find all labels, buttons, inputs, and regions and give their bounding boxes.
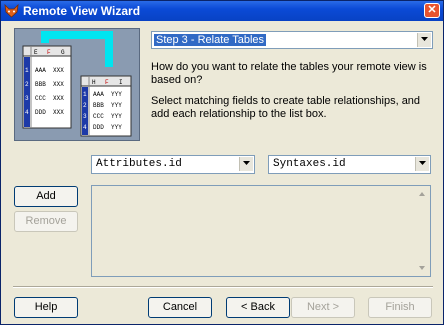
- instruction-text: Select matching fields to create table r…: [151, 95, 421, 120]
- svg-text:AAA: AAA: [93, 91, 104, 98]
- svg-text:CCC: CCC: [35, 95, 46, 102]
- add-button[interactable]: Add: [14, 186, 78, 207]
- svg-text:BBB: BBB: [35, 81, 46, 88]
- svg-text:F: F: [105, 79, 109, 86]
- relationships-listbox[interactable]: [91, 185, 431, 277]
- svg-text:BBB: BBB: [93, 102, 104, 109]
- remove-button[interactable]: Remove: [14, 211, 78, 232]
- step-select-value: Step 3 - Relate Tables: [154, 34, 267, 46]
- left-field-select[interactable]: Attributes.id: [91, 155, 255, 174]
- svg-text:H: H: [92, 79, 96, 86]
- svg-text:1: 1: [25, 67, 29, 74]
- svg-text:I: I: [119, 79, 123, 86]
- chevron-down-icon: [419, 161, 426, 165]
- left-field-arrow[interactable]: [239, 157, 253, 171]
- fox-app-icon: [4, 4, 19, 18]
- svg-text:CCC: CCC: [93, 113, 104, 120]
- svg-text:XXX: XXX: [53, 109, 64, 116]
- scroll-up-icon[interactable]: [415, 187, 429, 201]
- svg-text:AAA: AAA: [35, 67, 46, 74]
- step-select-arrow[interactable]: [417, 33, 431, 47]
- svg-text:DDD: DDD: [35, 109, 46, 116]
- svg-text:4: 4: [83, 124, 87, 131]
- relate-tables-illustration: E F G 1 AAA XXX 2 BBB XXX 3 CCC XXX 4 DD…: [14, 28, 140, 141]
- scroll-down-icon[interactable]: [415, 261, 429, 275]
- right-field-select[interactable]: Syntaxes.id: [268, 155, 431, 174]
- left-field-value: Attributes.id: [96, 158, 182, 170]
- finish-button[interactable]: Finish: [368, 297, 432, 318]
- close-icon: ✕: [427, 4, 437, 16]
- tables-diagram: E F G 1 AAA XXX 2 BBB XXX 3 CCC XXX 4 DD…: [22, 31, 132, 137]
- question-text: How do you want to relate the tables you…: [151, 61, 427, 86]
- chevron-down-icon: [421, 37, 428, 41]
- svg-text:F: F: [47, 49, 51, 56]
- svg-text:E: E: [34, 49, 38, 56]
- svg-text:XXX: XXX: [53, 95, 64, 102]
- svg-text:YYY: YYY: [111, 102, 122, 109]
- svg-text:3: 3: [25, 95, 29, 102]
- svg-text:DDD: DDD: [93, 124, 104, 131]
- svg-text:3: 3: [83, 113, 87, 120]
- svg-text:YYY: YYY: [111, 124, 122, 131]
- window-title: Remote View Wizard: [23, 4, 141, 18]
- listbox-scrollbar[interactable]: [415, 187, 429, 275]
- title-bar[interactable]: Remote View Wizard ✕: [1, 1, 443, 21]
- close-button[interactable]: ✕: [424, 3, 440, 18]
- svg-text:YYY: YYY: [111, 113, 122, 120]
- right-field-arrow[interactable]: [415, 157, 429, 171]
- cancel-button[interactable]: Cancel: [148, 297, 212, 318]
- svg-text:2: 2: [83, 102, 87, 109]
- step-select[interactable]: Step 3 - Relate Tables: [151, 31, 433, 49]
- right-field-value: Syntaxes.id: [273, 158, 346, 170]
- svg-text:XXX: XXX: [53, 81, 64, 88]
- svg-text:XXX: XXX: [53, 67, 64, 74]
- help-button[interactable]: Help: [14, 297, 78, 318]
- back-button[interactable]: < Back: [226, 297, 290, 318]
- svg-text:1: 1: [83, 91, 87, 98]
- chevron-down-icon: [243, 161, 250, 165]
- svg-text:4: 4: [25, 109, 29, 116]
- wizard-window: Remote View Wizard ✕ E F G 1 AAA XXX 2 B…: [0, 0, 444, 325]
- svg-text:2: 2: [25, 81, 29, 88]
- next-button[interactable]: Next >: [291, 297, 355, 318]
- svg-text:G: G: [61, 49, 65, 56]
- footer-separator: [13, 286, 433, 288]
- svg-text:YYY: YYY: [111, 91, 122, 98]
